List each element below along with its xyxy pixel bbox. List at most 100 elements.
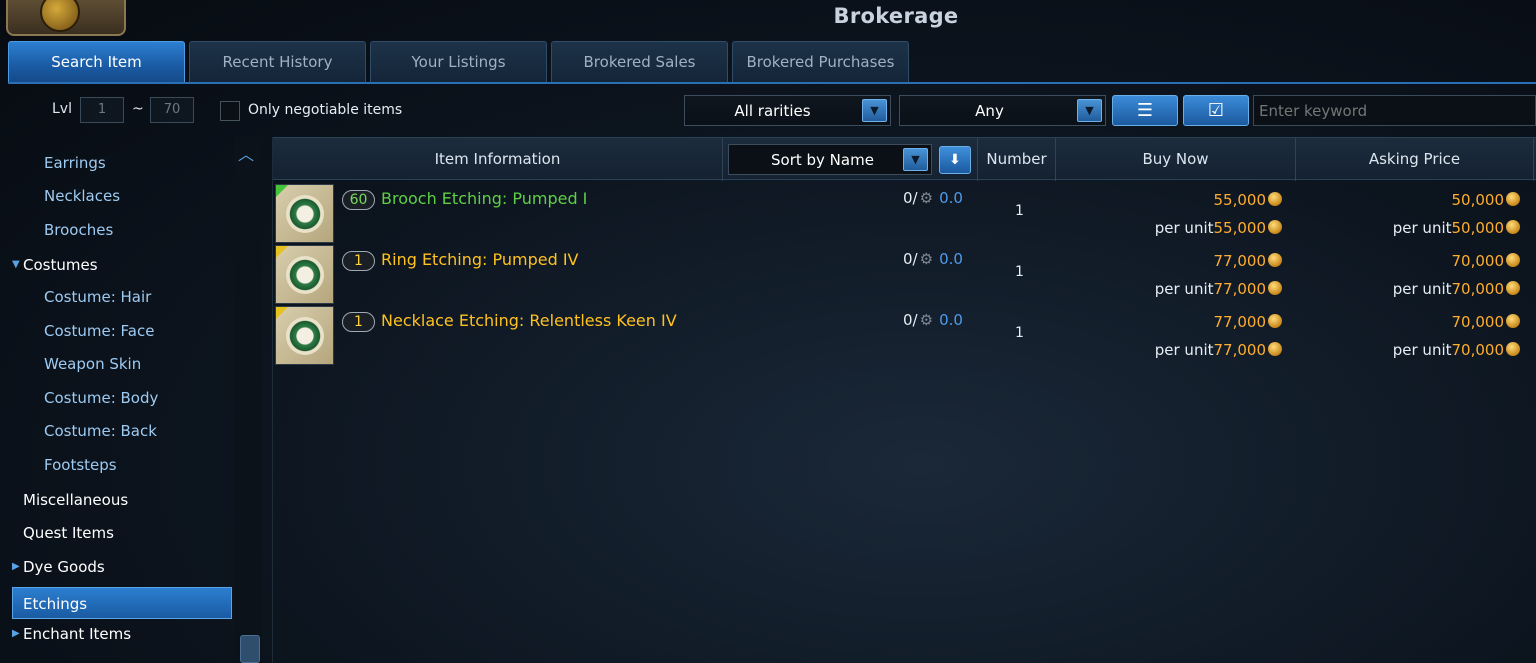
sort-dropdown[interactable]: Sort by Name ▼ (728, 144, 932, 175)
asking-price: 50,000 (1451, 191, 1520, 209)
sidebar-item-brooches[interactable]: Brooches (8, 214, 238, 246)
asking-unit-value: 70,000 (1451, 341, 1505, 359)
rarity-dropdown[interactable]: All rarities ▼ (684, 95, 891, 126)
level-label: Lvl (52, 101, 72, 117)
buy-now-unit-value: 55,000 (1213, 219, 1267, 237)
sidebar-item-weapon-skin[interactable]: Weapon Skin (8, 348, 238, 380)
tab-recent-history[interactable]: Recent History (189, 41, 366, 82)
search-list-button[interactable]: ☰ (1112, 95, 1178, 126)
sidebar-item-quest-items[interactable]: Quest Items (8, 517, 238, 549)
negotiable-checkbox[interactable] (220, 101, 240, 121)
sidebar-item-footsteps[interactable]: Footsteps (8, 449, 238, 481)
sidebar-item-costume-body[interactable]: Costume: Body (8, 382, 238, 414)
asking-unit-price: per unit70,000 (1393, 280, 1520, 298)
quality-readout: 0/⚙ 0.0 (903, 250, 963, 268)
level-badge: 1 (342, 312, 375, 332)
asking-price: 70,000 (1451, 313, 1520, 331)
asking-value: 70,000 (1451, 313, 1505, 331)
anvil-icon: ⚙ (919, 311, 934, 329)
sort-direction-button[interactable]: ⬇ (939, 146, 971, 174)
sidebar-item-label: Enchant Items (23, 625, 132, 643)
asking-value: 70,000 (1451, 252, 1505, 270)
tab-your-listings[interactable]: Your Listings (370, 41, 547, 82)
type-dropdown[interactable]: Any ▼ (899, 95, 1106, 126)
table-row[interactable]: 1 Ring Etching: Pumped IV 0/⚙ 0.0 1 77,00… (273, 242, 1536, 304)
sidebar-item-costumes[interactable]: ▼ Costumes (8, 249, 238, 281)
buy-now-unit-value: 77,000 (1213, 341, 1267, 359)
brokerage-window: Brokerage Search Item Recent History You… (0, 0, 1536, 663)
item-number: 1 (1015, 203, 1024, 219)
header-buy-now[interactable]: Buy Now (1056, 138, 1296, 181)
keyword-input[interactable] (1253, 95, 1536, 126)
chevron-down-icon[interactable]: ▼ (1077, 99, 1102, 122)
table-row[interactable]: 1 Necklace Etching: Relentless Keen IV 0… (273, 303, 1536, 365)
level-max-input[interactable]: 70 (150, 97, 194, 123)
header-asking-price[interactable]: Asking Price (1296, 138, 1534, 181)
etching-scroll-icon[interactable] (275, 306, 334, 365)
buy-now-unit-value: 77,000 (1213, 280, 1267, 298)
collapsed-triangle-icon: ▶ (12, 561, 20, 572)
quality-value: 0.0 (939, 311, 963, 329)
gold-coin-icon (1506, 253, 1520, 267)
sidebar-item-costume-hair[interactable]: Costume: Hair (8, 281, 238, 313)
item-name: Ring Etching: Pumped IV (381, 250, 579, 269)
buy-now-value: 55,000 (1213, 191, 1267, 209)
results-panel: Item Information Number Buy Now Asking P… (272, 137, 1536, 663)
sidebar-item-costume-back[interactable]: Costume: Back (8, 415, 238, 447)
scroll-up-icon[interactable]: ︿ (238, 141, 254, 165)
asking-unit-value: 50,000 (1451, 219, 1505, 237)
window-title: Brokerage (833, 4, 959, 28)
buy-now-price: 55,000 (1213, 191, 1282, 209)
quality-prefix: 0/ (903, 189, 918, 207)
sidebar-item-enchant-items[interactable]: ▶ Enchant Items (8, 618, 238, 650)
quality-readout: 0/⚙ 0.0 (903, 311, 963, 329)
category-sidebar: Earrings Necklaces Brooches ▼ Costumes C… (8, 137, 262, 663)
header-number[interactable]: Number (978, 138, 1056, 181)
per-unit-label: per unit (1154, 219, 1214, 237)
asking-unit-price: per unit50,000 (1393, 219, 1520, 237)
buy-now-value: 77,000 (1213, 313, 1267, 331)
sidebar-item-miscellaneous[interactable]: Miscellaneous (8, 484, 238, 516)
asking-price: 70,000 (1451, 252, 1520, 270)
sidebar-item-costume-face[interactable]: Costume: Face (8, 315, 238, 347)
level-badge: 60 (342, 190, 375, 210)
tab-brokered-purchases[interactable]: Brokered Purchases (732, 41, 909, 82)
chevron-down-icon[interactable]: ▼ (903, 148, 928, 171)
filter-bar: Lvl 1 ~ 70 Only negotiable items All rar… (8, 88, 1536, 132)
level-badge: 1 (342, 251, 375, 271)
tab-search-item[interactable]: Search Item (8, 41, 185, 82)
level-separator: ~ (132, 101, 144, 117)
sidebar-item-necklaces[interactable]: Necklaces (8, 180, 238, 212)
header-item-information: Item Information (273, 138, 723, 181)
quality-value: 0.0 (939, 250, 963, 268)
per-unit-label: per unit (1392, 280, 1452, 298)
sidebar-item-etchings[interactable]: Etchings (12, 587, 232, 619)
gold-coin-icon (1268, 192, 1282, 206)
etching-scroll-icon[interactable] (275, 184, 334, 243)
chevron-down-icon[interactable]: ▼ (862, 99, 887, 122)
sidebar-scrollbar[interactable] (234, 137, 262, 663)
table-row[interactable]: 60 Brooch Etching: Pumped I 0/⚙ 0.0 1 55,… (273, 181, 1536, 243)
search-list-icon: ☰ (1136, 100, 1154, 121)
checkbox-icon: ☑ (1207, 100, 1225, 121)
etching-scroll-icon[interactable] (275, 245, 334, 304)
gold-coin-icon (1506, 281, 1520, 295)
level-min-input[interactable]: 1 (80, 97, 124, 123)
scrollbar-thumb[interactable] (240, 635, 260, 663)
sidebar-item-earrings[interactable]: Earrings (8, 147, 238, 179)
expanded-triangle-icon: ▼ (12, 259, 20, 270)
tab-bar: Search Item Recent History Your Listings… (8, 41, 909, 82)
buy-now-unit-price: per unit77,000 (1155, 341, 1282, 359)
sort-selected: Sort by Name (771, 150, 874, 169)
per-unit-label: per unit (1154, 280, 1214, 298)
per-unit-label: per unit (1154, 341, 1214, 359)
tab-brokered-sales[interactable]: Brokered Sales (551, 41, 728, 82)
gold-coin-icon (1268, 281, 1282, 295)
type-selected: Any (975, 101, 1004, 120)
gold-coin-icon (1268, 342, 1282, 356)
sidebar-item-dye-goods[interactable]: ▶ Dye Goods (8, 551, 238, 583)
asking-value: 50,000 (1451, 191, 1505, 209)
collapsed-triangle-icon: ▶ (12, 628, 20, 639)
asking-unit-value: 70,000 (1451, 280, 1505, 298)
select-all-button[interactable]: ☑ (1183, 95, 1249, 126)
